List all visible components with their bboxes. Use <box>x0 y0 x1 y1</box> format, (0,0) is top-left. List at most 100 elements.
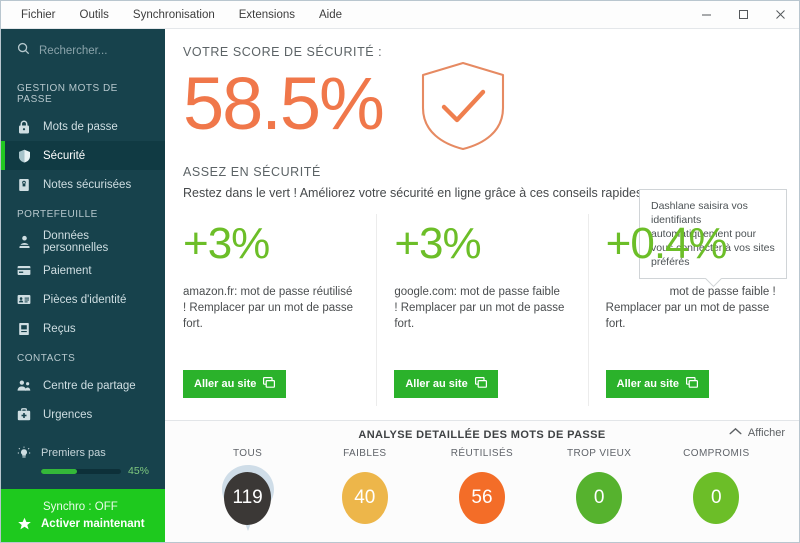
stat-badge-wrap: 56 <box>450 466 514 530</box>
first-steps-label: Premiers pas <box>41 447 106 459</box>
tip-card: +0.4% mot de passe faible ! Remplacer pa… <box>587 214 799 420</box>
first-steps-widget[interactable]: Premiers pas 45% <box>1 446 165 489</box>
external-window-icon <box>474 377 487 391</box>
progress-percent: 45% <box>127 465 149 477</box>
stat-badge-wrap: 0 <box>567 466 631 530</box>
sidebar-item-label: Urgences <box>43 408 93 421</box>
analysis-toggle-label: Afficher <box>747 427 785 439</box>
chevron-up-icon <box>729 427 742 439</box>
sidebar-item-donnees-personnelles[interactable]: Données personnelles <box>1 227 165 256</box>
stat-badge: 0 <box>576 472 623 524</box>
stat-value: 56 <box>471 487 493 508</box>
stat-label: FAIBLES <box>343 448 387 459</box>
menu-extensions[interactable]: Extensions <box>227 5 307 25</box>
menu-bar: Fichier Outils Synchronisation Extension… <box>1 5 354 25</box>
sidebar-item-paiement[interactable]: Paiement <box>1 256 165 285</box>
shield-icon <box>17 149 31 163</box>
sidebar-item-notes-securisees[interactable]: Notes sécurisées <box>1 170 165 199</box>
person-icon <box>17 235 31 249</box>
tip-card: +3% google.com: mot de passe faible ! Re… <box>376 214 587 420</box>
menu-synchronisation[interactable]: Synchronisation <box>121 5 227 25</box>
sidebar-item-label: Notes sécurisées <box>43 178 132 191</box>
sidebar-item-label: Paiement <box>43 264 92 277</box>
sidebar-item-mots-de-passe[interactable]: Mots de passe <box>1 112 165 141</box>
go-to-site-label: Aller au site <box>405 378 468 390</box>
stat-badge: 0 <box>693 472 740 524</box>
sidebar-item-label: Mots de passe <box>43 120 118 133</box>
go-to-site-button[interactable]: Aller au site <box>394 370 498 398</box>
tip-card: +3% amazon.fr: mot de passe réutilisé ! … <box>165 222 376 420</box>
menu-fichier[interactable]: Fichier <box>9 5 68 25</box>
stat-compromis[interactable]: COMPROMIS 0 <box>661 448 771 530</box>
tip-percent: +3% <box>183 219 270 268</box>
analysis-header: ANALYSE DETAILLÉE DES MOTS DE PASSE Affi… <box>165 421 799 448</box>
id-card-icon <box>17 293 31 307</box>
lightbulb-icon <box>17 446 31 460</box>
first-steps-header: Premiers pas <box>17 446 149 460</box>
minimize-button[interactable] <box>688 1 725 28</box>
stat-tous[interactable]: TOUS 119 <box>193 448 303 531</box>
analysis-toggle[interactable]: Afficher <box>729 427 785 439</box>
credit-card-icon <box>17 264 31 278</box>
stat-badge: 56 <box>458 472 505 524</box>
close-button[interactable] <box>762 1 799 28</box>
progress-fill <box>41 468 77 474</box>
analysis-title: ANALYSE DETAILLÉE DES MOTS DE PASSE <box>358 428 606 441</box>
progress-track <box>41 468 121 474</box>
stat-value: 0 <box>593 487 605 508</box>
score-value: 58.5% <box>183 61 385 145</box>
stat-value: 0 <box>711 487 722 508</box>
tip-text: amazon.fr: mot de passe réutilisé ! Remp… <box>183 286 357 330</box>
stat-value: 40 <box>354 487 376 508</box>
search-icon <box>17 42 30 60</box>
score-row: 58.5% <box>183 55 799 153</box>
app-window: Fichier Outils Synchronisation Extension… <box>0 0 800 543</box>
search-box[interactable] <box>1 29 165 73</box>
status-title: ASSEZ EN SÉCURITÉ <box>183 165 321 179</box>
go-to-site-label: Aller au site <box>616 378 680 390</box>
sidebar-item-urgences[interactable]: Urgences <box>1 400 165 429</box>
stat-label: TOUS <box>232 448 263 459</box>
menu-aide[interactable]: Aide <box>307 5 354 25</box>
maximize-button[interactable] <box>725 1 762 28</box>
stat-reutilises[interactable]: RÉUTILISÉS 56 <box>427 448 537 530</box>
people-icon <box>17 379 31 393</box>
external-window-icon <box>263 377 276 391</box>
first-steps-progress: 45% <box>17 465 149 477</box>
score-section: VOTRE SCORE DE SÉCURITÉ : 58.5% ASSEZ EN… <box>165 29 799 279</box>
window-controls <box>688 1 799 28</box>
stat-label: TROP VIEUX <box>566 448 632 459</box>
title-menu-bar: Fichier Outils Synchronisation Extension… <box>1 1 799 29</box>
first-aid-kit-icon <box>17 408 31 422</box>
stat-trop-vieux[interactable]: TROP VIEUX 0 <box>544 448 654 530</box>
go-to-site-button[interactable]: Aller au site <box>183 370 287 398</box>
sidebar-section-label-passwords: GESTION MOTS DE PASSE <box>17 83 118 105</box>
tip-percent: +3% <box>394 219 481 268</box>
tip-text: google.com: mot de passe faible ! Rempla… <box>394 286 568 330</box>
sync-banner[interactable]: Synchro : OFF Activer maintenant <box>1 489 165 542</box>
sidebar-item-label: Données personnelles <box>43 229 109 254</box>
sidebar-section-label-portefeuille: PORTEFEUILLE <box>17 209 98 220</box>
sidebar-item-centre-de-partage[interactable]: Centre de partage <box>1 371 165 400</box>
go-to-site-button[interactable]: Aller au site <box>605 370 710 398</box>
sidebar-item-securite[interactable]: Sécurité <box>1 141 165 170</box>
sidebar-item-label: Pièces d'identité <box>43 293 127 306</box>
stat-faibles[interactable]: FAIBLES 40 <box>310 448 420 530</box>
sync-activate-button[interactable]: Activer maintenant <box>17 516 165 533</box>
sidebar-item-pieces-identite[interactable]: Pièces d'identité <box>1 285 165 314</box>
password-analysis-panel: ANALYSE DETAILLÉE DES MOTS DE PASSE Affi… <box>165 420 799 542</box>
sidebar-item-label: Centre de partage <box>43 379 136 392</box>
stat-badge: 119 <box>224 471 272 525</box>
star-icon <box>17 517 32 532</box>
tip-text: mot de passe faible ! Remplacer par un m… <box>605 286 779 330</box>
menu-outils[interactable]: Outils <box>68 5 121 25</box>
stat-badge: 40 <box>341 472 388 524</box>
search-input[interactable] <box>39 45 149 57</box>
sidebar-item-label: Reçus <box>43 322 76 335</box>
sync-status: Synchro : OFF <box>43 500 118 513</box>
sidebar-item-recus[interactable]: Reçus <box>1 314 165 343</box>
stat-badge-wrap: 40 <box>333 466 397 530</box>
stat-value: 119 <box>232 487 263 508</box>
stat-label: COMPROMIS <box>683 448 750 459</box>
